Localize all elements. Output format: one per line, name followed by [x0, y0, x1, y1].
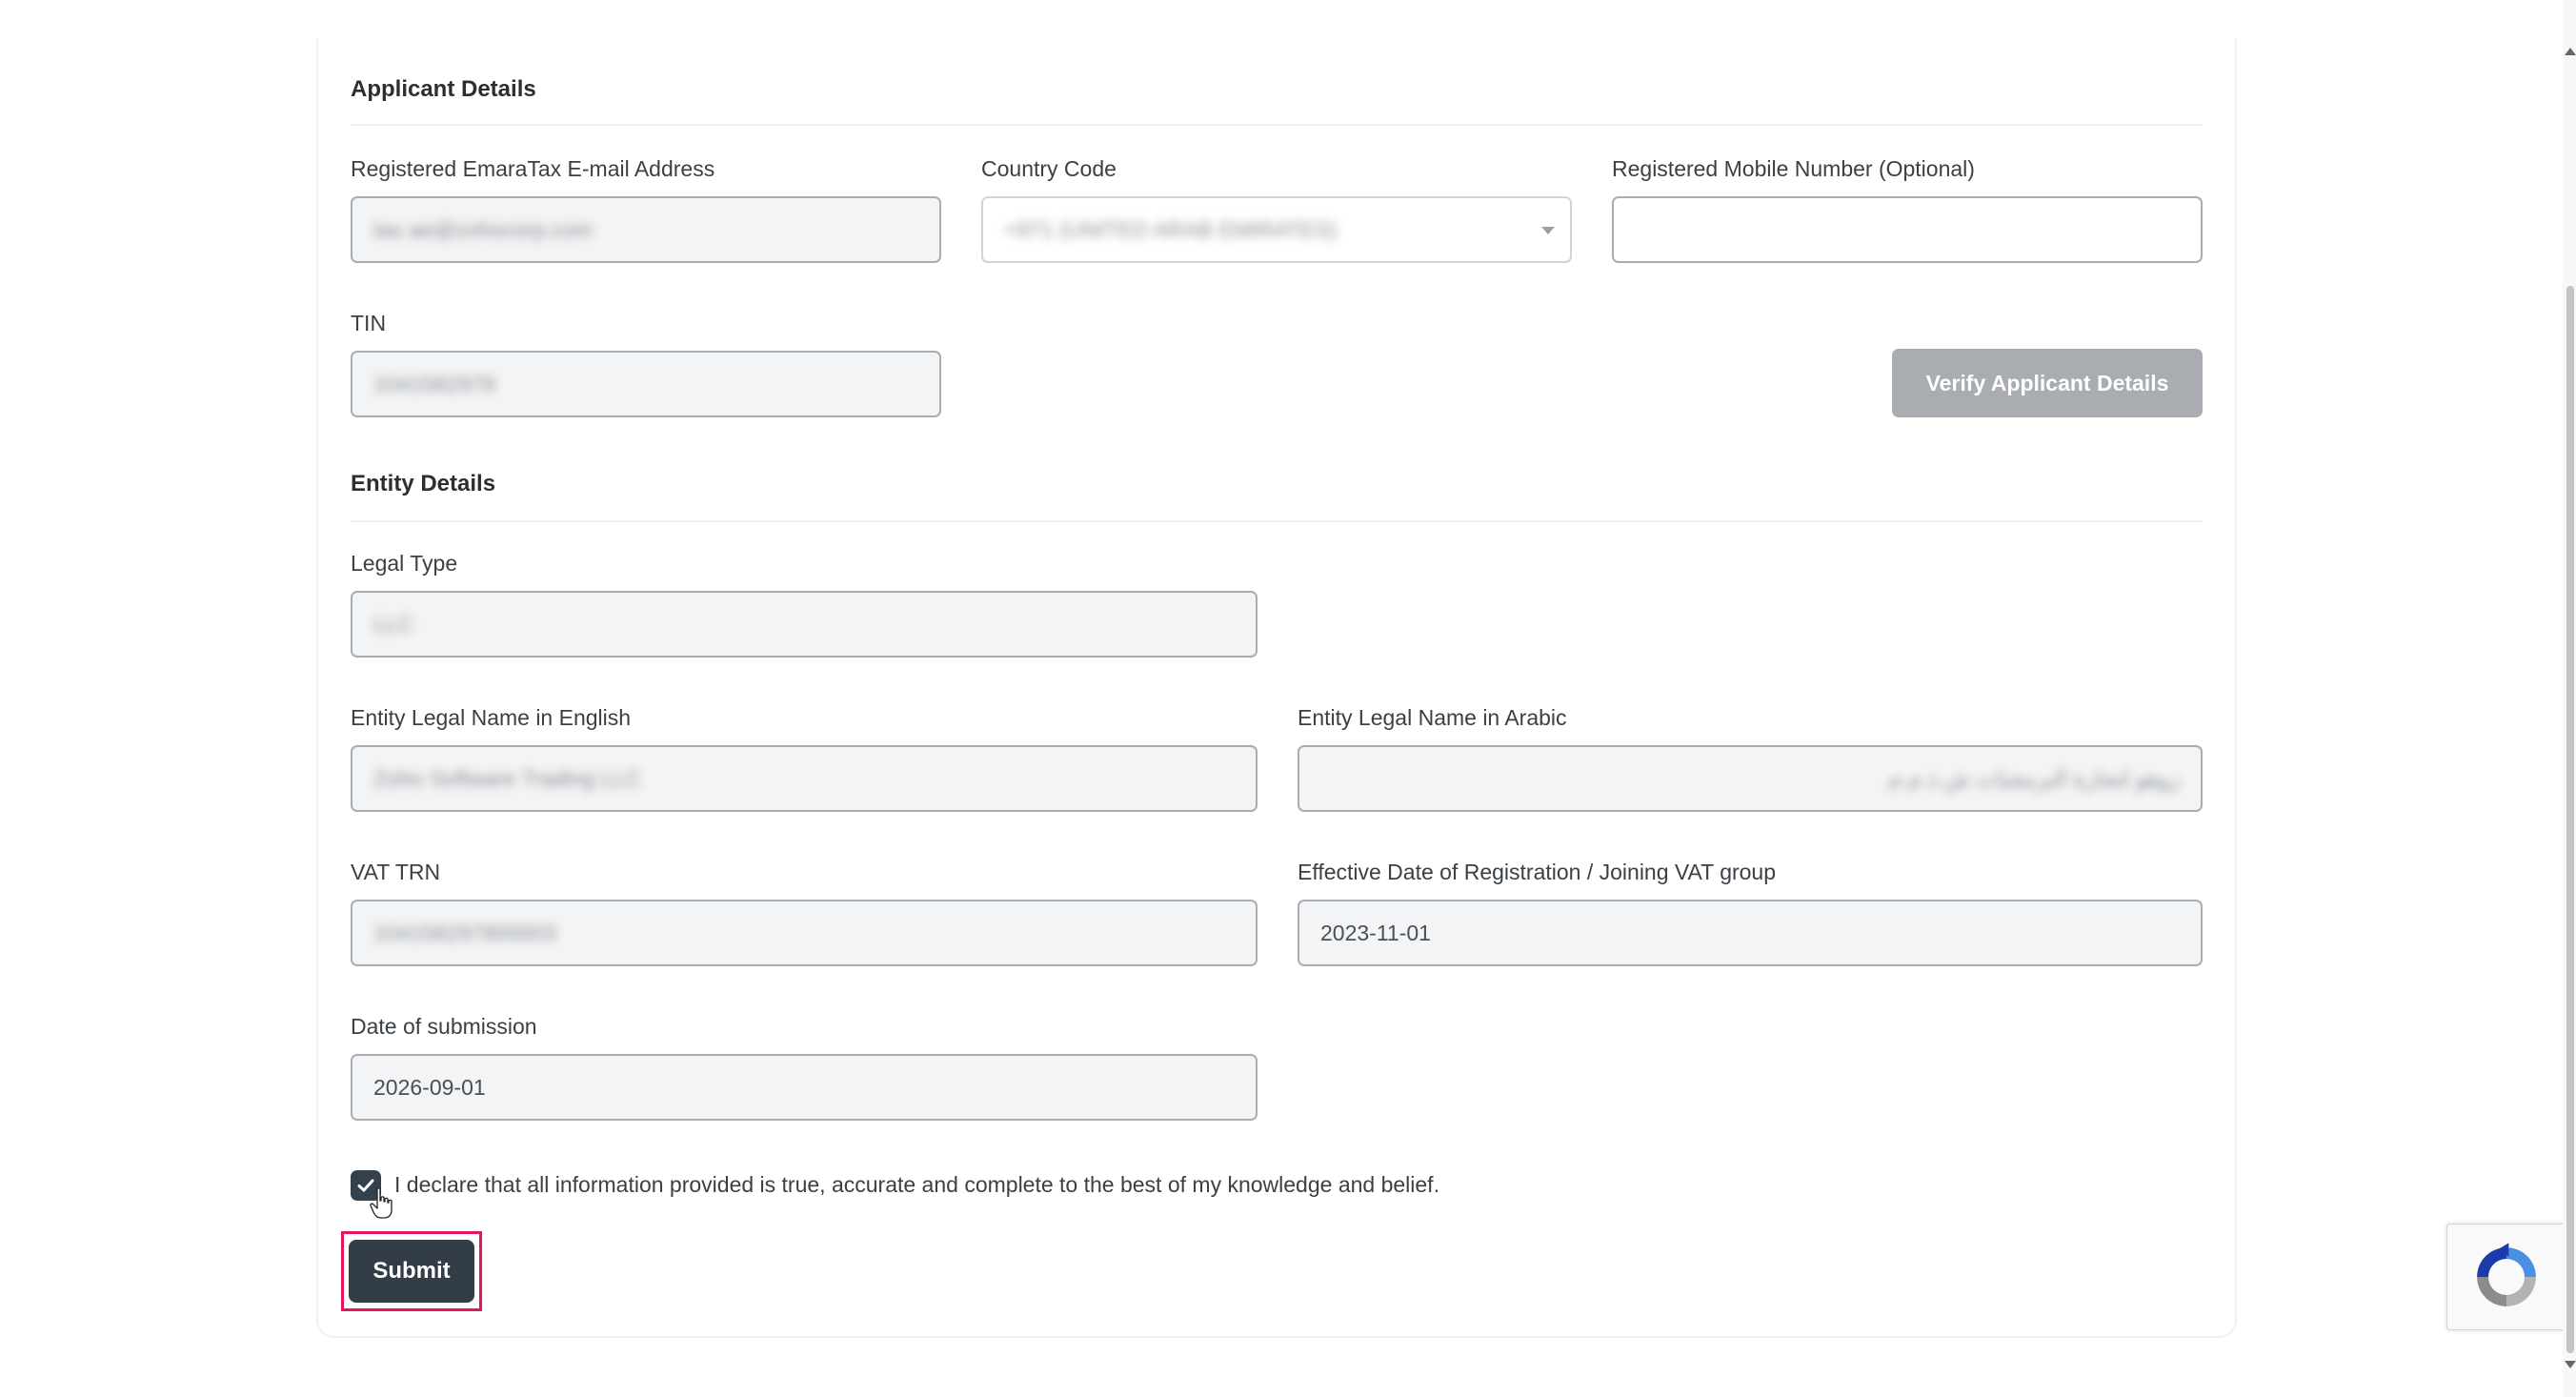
- applicant-details-title: Applicant Details: [351, 76, 536, 102]
- legal-type-field[interactable]: LLC: [351, 591, 1258, 658]
- submit-button[interactable]: Submit: [349, 1240, 474, 1303]
- scroll-up-icon[interactable]: [2565, 48, 2576, 55]
- country-code-select[interactable]: +971 (UNITED ARAB EMIRATES): [981, 196, 1572, 263]
- effective-date-field[interactable]: 2023-11-01: [1298, 900, 2203, 966]
- email-label: Registered EmaraTax E-mail Address: [351, 156, 715, 181]
- recaptcha-badge[interactable]: [2446, 1224, 2566, 1330]
- email-value: tax.ae@zohocorp.com: [373, 216, 594, 242]
- entity-divider: [351, 520, 2203, 522]
- submission-date-value: 2026-09-01: [373, 1074, 486, 1100]
- mobile-field[interactable]: [1612, 196, 2203, 263]
- entity-name-en-field[interactable]: Zoho Software Trading LLC: [351, 745, 1258, 812]
- tin-value: 1041582978: [373, 371, 495, 396]
- submission-date-label: Date of submission: [351, 1014, 537, 1039]
- legal-type-value: LLC: [373, 611, 414, 637]
- entity-details-title: Entity Details: [351, 471, 496, 496]
- effective-date-value: 2023-11-01: [1320, 920, 1431, 945]
- applicant-divider: [351, 124, 2203, 126]
- email-field[interactable]: tax.ae@zohocorp.com: [351, 196, 941, 263]
- scroll-down-icon[interactable]: [2565, 1361, 2576, 1368]
- chevron-down-icon: [1541, 227, 1555, 234]
- entity-name-en-value: Zoho Software Trading LLC: [373, 765, 642, 791]
- tin-field[interactable]: 1041582978: [351, 351, 941, 417]
- tin-label: TIN: [351, 311, 387, 335]
- entity-name-en-label: Entity Legal Name in English: [351, 705, 632, 730]
- hand-pointer-icon: [370, 1187, 392, 1219]
- effective-date-label: Effective Date of Registration / Joining…: [1298, 860, 1777, 884]
- recaptcha-icon: [2477, 1243, 2536, 1306]
- entity-name-ar-field[interactable]: زوهو لتجارة البرمجيات ش.ذ.م.م: [1298, 745, 2203, 812]
- legal-type-label: Legal Type: [351, 551, 458, 576]
- entity-name-ar-label: Entity Legal Name in Arabic: [1298, 705, 1567, 730]
- entity-name-ar-value: زوهو لتجارة البرمجيات ش.ذ.م.م: [1887, 765, 2180, 791]
- submission-date-field[interactable]: 2026-09-01: [351, 1054, 1258, 1121]
- vat-trn-field[interactable]: 104158297800003: [351, 900, 1258, 966]
- scrollbar-thumb[interactable]: [2566, 286, 2574, 1353]
- verify-applicant-button[interactable]: Verify Applicant Details: [1892, 349, 2203, 417]
- vat-trn-value: 104158297800003: [373, 920, 556, 945]
- mobile-label: Registered Mobile Number (Optional): [1612, 156, 1975, 181]
- country-code-label: Country Code: [981, 156, 1117, 181]
- country-code-value: +971 (UNITED ARAB EMIRATES): [1004, 216, 1338, 242]
- vat-trn-label: VAT TRN: [351, 860, 441, 884]
- declaration-text: I declare that all information provided …: [394, 1172, 1439, 1197]
